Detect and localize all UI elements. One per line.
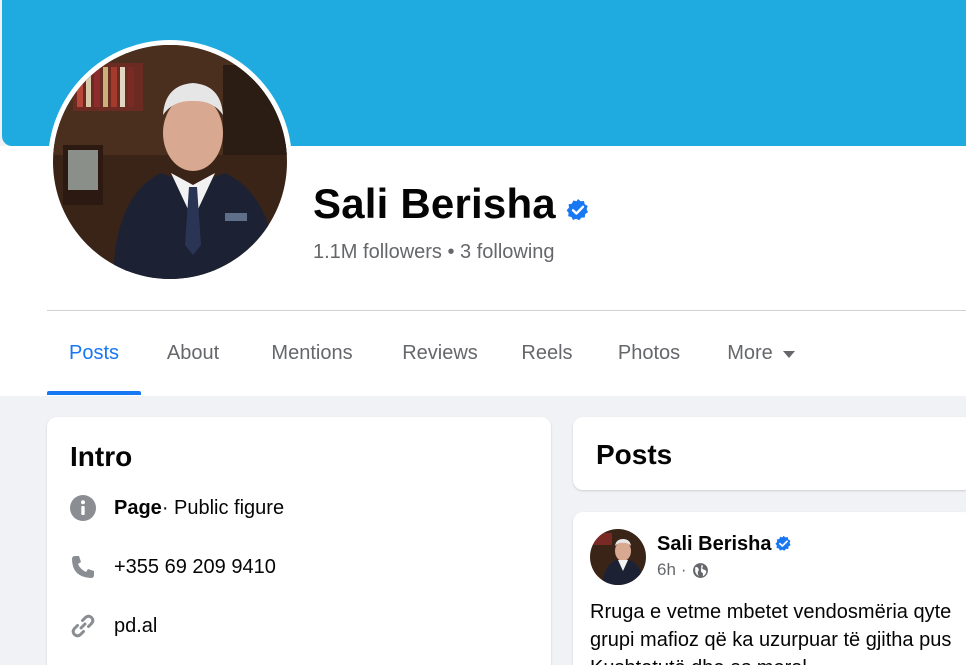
tab-label: Reviews xyxy=(402,341,478,364)
link-icon xyxy=(68,611,98,641)
intro-row-category: Page · Public figure xyxy=(68,493,284,523)
post-author-name[interactable]: Sali Berisha xyxy=(657,533,772,556)
post-meta: 6h · xyxy=(657,560,709,580)
tab-label: Posts xyxy=(68,341,120,364)
intro-phone-value[interactable]: +355 69 209 9410 xyxy=(114,556,276,579)
post-card: Sali Berisha 6h · Rruga e vetme mbetet v… xyxy=(573,512,966,665)
tab-label: Photos xyxy=(617,341,681,364)
post-meta-separator: · xyxy=(680,560,687,579)
dropdown-caret-icon xyxy=(782,350,795,358)
intro-row-phone: +355 69 209 9410 xyxy=(68,552,276,582)
tab-label: More xyxy=(727,341,773,364)
profile-tabs: Posts About Mentions Reviews Reels Photo… xyxy=(47,311,817,395)
info-icon xyxy=(68,493,98,523)
post-author-avatar[interactable] xyxy=(590,529,646,585)
tab-label: Mentions xyxy=(271,341,353,364)
post-text: Rruga e vetme mbetet vendosmëria qyte gr… xyxy=(590,598,966,665)
tab-label: About xyxy=(166,341,220,364)
tab-reviews[interactable]: Reviews xyxy=(379,311,501,395)
post-text-line: Kushtetutë dhe as moral xyxy=(590,654,966,665)
intro-category-value: · Public figure xyxy=(161,496,285,519)
post-timestamp[interactable]: 6h xyxy=(657,560,676,580)
intro-title: Intro xyxy=(70,441,133,472)
phone-icon xyxy=(68,552,98,582)
tab-photos[interactable]: Photos xyxy=(593,311,705,395)
tab-mentions[interactable]: Mentions xyxy=(245,311,379,395)
tab-about[interactable]: About xyxy=(141,311,245,395)
profile-name: Sali Berisha xyxy=(313,180,556,227)
verified-badge-icon[interactable] xyxy=(566,198,590,222)
globe-icon[interactable] xyxy=(692,562,709,579)
post-text-line: Rruga e vetme mbetet vendosmëria qyte xyxy=(590,601,952,623)
intro-website-link[interactable]: pd.al xyxy=(114,615,157,638)
intro-row-website: pd.al xyxy=(68,611,157,641)
tab-reels[interactable]: Reels xyxy=(501,311,593,395)
post-text-line: grupi mafioz që ka uzurpuar të gjitha pu… xyxy=(590,629,952,651)
verified-badge-icon[interactable] xyxy=(775,535,792,552)
intro-card: Intro Page · Public figure +355 69 209 9… xyxy=(47,417,551,665)
posts-section-title: Posts xyxy=(596,439,673,470)
tab-label: Reels xyxy=(521,341,573,364)
followers-following-count[interactable]: 1.1M followers • 3 following xyxy=(313,241,555,264)
intro-category-label: Page xyxy=(114,496,162,519)
posts-header-card: Posts xyxy=(573,417,966,490)
profile-picture[interactable] xyxy=(53,45,287,279)
post-author-photo-illustration xyxy=(590,529,646,585)
tab-posts[interactable]: Posts xyxy=(47,311,141,395)
profile-photo-illustration xyxy=(53,45,287,279)
tab-more[interactable]: More xyxy=(705,311,817,395)
